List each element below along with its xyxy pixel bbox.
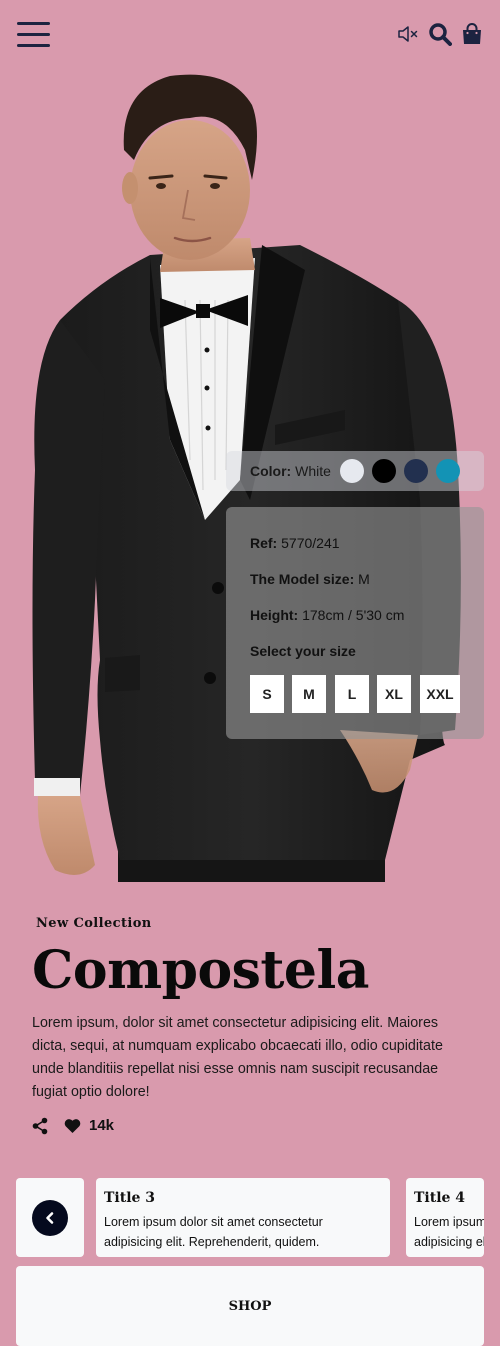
card-title: Title 4 xyxy=(414,1190,466,1206)
swatch-black[interactable] xyxy=(372,459,396,483)
speaker-icon[interactable] xyxy=(396,22,420,46)
product-details-panel: Ref: 5770/241 The Model size: M Height: … xyxy=(226,507,484,739)
collection-kicker: New Collection xyxy=(36,916,152,931)
search-icon[interactable] xyxy=(428,22,452,46)
card-text: Lorem ipsum dolor sit amet consectetur a… xyxy=(104,1215,323,1249)
card-text: Lorem ipsum dolor sit amet consectetur a… xyxy=(414,1215,484,1249)
product-description: Lorem ipsum, dolor sit amet consectetur … xyxy=(32,1015,443,1100)
ref-row: Ref: 5770/241 xyxy=(250,535,340,551)
color-selector-panel: Color: White xyxy=(226,451,484,491)
carousel-prev-button[interactable] xyxy=(32,1200,68,1236)
model-size-row: The Model size: M xyxy=(250,571,370,587)
carousel-card[interactable]: Title 3 Lorem ipsum dolor sit amet conse… xyxy=(96,1178,390,1257)
share-icon[interactable] xyxy=(32,1117,48,1135)
hamburger-menu-icon[interactable] xyxy=(17,22,50,47)
swatch-white[interactable] xyxy=(340,459,364,483)
swatch-navy[interactable] xyxy=(404,459,428,483)
carousel-prev-container xyxy=(16,1178,84,1257)
size-button-s[interactable]: S xyxy=(250,675,284,713)
product-title: Compostela xyxy=(32,940,369,1001)
shopping-bag-icon[interactable] xyxy=(460,22,484,46)
likes-count: 14k xyxy=(89,1117,115,1134)
select-size-label: Select your size xyxy=(250,643,356,659)
heart-icon[interactable] xyxy=(64,1118,81,1134)
size-button-l[interactable]: L xyxy=(335,675,369,713)
carousel-card[interactable]: Title 4 Lorem ipsum dolor sit amet conse… xyxy=(406,1178,484,1257)
swatch-teal[interactable] xyxy=(436,459,460,483)
size-button-m[interactable]: M xyxy=(292,675,326,713)
size-button-xxl[interactable]: XXL xyxy=(420,675,460,713)
height-row: Height: 178cm / 5'30 cm xyxy=(250,607,405,623)
chevron-left-icon xyxy=(46,1212,54,1224)
shop-button[interactable]: SHOP xyxy=(16,1266,484,1346)
color-label: Color: White xyxy=(250,463,331,479)
card-title: Title 3 xyxy=(104,1190,156,1206)
size-button-xl[interactable]: XL xyxy=(377,675,411,713)
color-value: White xyxy=(295,463,331,479)
